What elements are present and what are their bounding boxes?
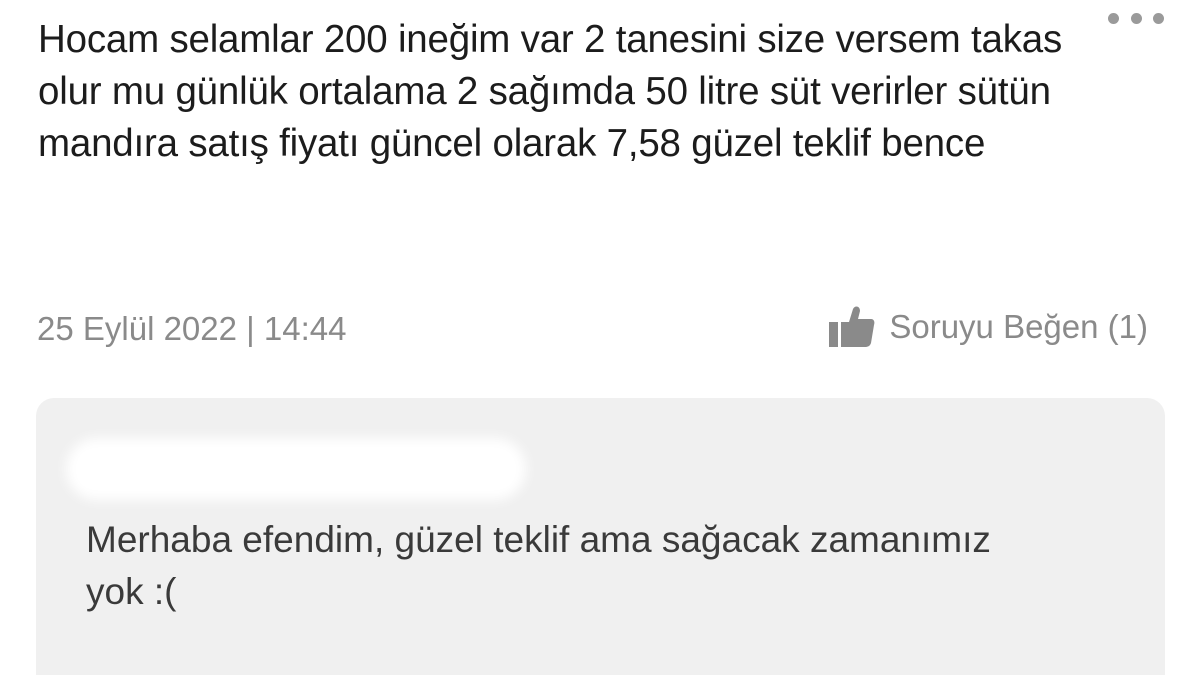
question-page: Hocam selamlar 200 ineğim var 2 tanesini… [0,0,1200,675]
more-dot-icon [1130,12,1142,24]
more-dot-icon [1108,12,1119,24]
question-date: 25 Eylül 2022 | 14:44 [37,310,347,347]
like-question-button[interactable]: Soruyu Beğen (1) [827,305,1148,349]
more-options-button[interactable] [1108,8,1164,28]
answer-card: Merhaba efendim, güzel teklif ama sağaca… [36,398,1165,675]
answer-author-redacted [66,438,526,500]
like-label: Soruyu Beğen (1) [889,308,1148,345]
question-text: Hocam selamlar 200 ineğim var 2 tanesini… [38,18,1063,165]
answer-text: Merhaba efendim, güzel teklif ama sağaca… [86,519,991,612]
more-dot-icon [1153,12,1164,24]
thumbs-up-icon [829,306,875,347]
